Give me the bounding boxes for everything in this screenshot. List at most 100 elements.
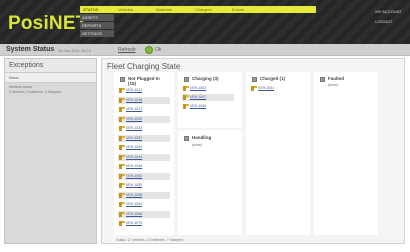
tab-chargers[interactable]: Chargers: [195, 6, 211, 13]
vehicle-item[interactable]: VEH-1058: [118, 191, 170, 199]
vehicle-link[interactable]: VEH-1018: [126, 98, 142, 103]
status-timestamp: 14 Jan 2011 10:23: [58, 48, 91, 53]
vehicle-item[interactable]: VEH-1033: [118, 125, 170, 132]
vehicle-link[interactable]: VEH-1070: [126, 221, 142, 226]
flag-icon: [119, 97, 125, 103]
vehicle-item[interactable]: VEH-1012: [118, 87, 170, 94]
my-account-link[interactable]: MY ACCOUNT: [375, 7, 402, 17]
flag-icon: [119, 107, 125, 112]
vehicle-link[interactable]: VEH-1062: [126, 202, 142, 207]
flag-icon: [119, 202, 125, 207]
tab-events[interactable]: Events: [232, 6, 244, 13]
vehicle-item[interactable]: VEH-1046: [118, 163, 170, 170]
vehicle-link[interactable]: VEH-1001: [258, 86, 274, 91]
flag-icon: [251, 86, 257, 91]
column-label: Faulted: [328, 76, 345, 81]
status-bar: System Status 14 Jan 2011 10:23 Refresh …: [0, 44, 410, 56]
charged-icon: [252, 77, 257, 82]
vehicle-link[interactable]: VEH-1009: [190, 104, 206, 109]
vehicle-item[interactable]: VEH-1009: [182, 103, 234, 110]
tab-status[interactable]: STATUS: [83, 6, 98, 13]
handling-none: (none): [192, 143, 203, 147]
vehicle-item[interactable]: VEH-1001: [250, 85, 302, 92]
vehicle-link[interactable]: VEH-1033: [126, 126, 142, 131]
exceptions-row-head: None: [5, 73, 96, 83]
flag-icon: [183, 95, 189, 100]
column-head: Charged (1): [252, 76, 294, 82]
vehicle-item[interactable]: VEH-1007: [182, 94, 234, 101]
vehicle-link[interactable]: VEH-1046: [126, 164, 142, 169]
exceptions-summary: 3 vehicles, 0 batteries, 0 chargers: [9, 89, 62, 94]
plug-icon: [120, 77, 125, 82]
column-head: Not Plugged In (15): [120, 76, 162, 86]
flag-icon: [119, 192, 125, 198]
tab-vehicles[interactable]: Vehicles: [118, 6, 133, 13]
vehicle-item[interactable]: VEH-1070: [118, 220, 170, 227]
fleet-columns: Not Plugged In (15) VEH-1012 VEH-1018 VEH-…: [114, 72, 392, 235]
vehicle-link[interactable]: VEH-1040: [126, 145, 142, 150]
menu-item-reports[interactable]: REPORTS: [80, 22, 114, 29]
vehicle-link[interactable]: VEH-1037: [126, 136, 142, 141]
column-charged: Charged (1) VEH-1001: [246, 72, 310, 235]
vehicle-link[interactable]: VEH-1012: [126, 88, 142, 93]
vehicle-item[interactable]: VEH-1040: [118, 144, 170, 151]
flag-icon: [119, 154, 125, 160]
vehicle-link[interactable]: VEH-1021: [126, 107, 142, 112]
flag-icon: [119, 211, 125, 217]
handling-head: Handling: [184, 135, 226, 141]
refresh-link[interactable]: Refresh: [118, 47, 136, 53]
vehicle-link[interactable]: VEH-1055: [126, 183, 142, 188]
vehicle-link[interactable]: VEH-1025: [126, 117, 142, 122]
vehicle-item[interactable]: VEH-1055: [118, 182, 170, 189]
column-head: Faulted: [320, 76, 362, 82]
handling-section: Handling (none): [178, 128, 242, 235]
flag-icon: [119, 145, 125, 150]
flag-icon: [183, 86, 189, 91]
column-label: Not Plugged In (15): [128, 76, 160, 86]
exceptions-panel: Exceptions None Network status: 3 vehicl…: [4, 58, 97, 244]
column-faulted: Faulted (none): [314, 72, 378, 235]
sub-menu: ASSETS REPORTS SETTINGS: [80, 14, 114, 38]
tab-batteries[interactable]: Batteries: [156, 6, 172, 13]
column-head: Charging (3): [184, 76, 226, 82]
vehicle-item[interactable]: VEH-1044: [118, 153, 170, 161]
vehicle-link[interactable]: VEH-1066: [126, 212, 142, 217]
vehicle-link[interactable]: VEH-1007: [190, 95, 206, 100]
fleet-title: Fleet Charging State: [107, 62, 181, 71]
vehicle-item[interactable]: VEH-1066: [118, 210, 170, 218]
column-label: Charged (1): [260, 76, 286, 81]
vehicle-item[interactable]: VEH-1018: [118, 96, 170, 104]
fault-icon: [320, 77, 325, 82]
exceptions-row-text: Network status: 3 vehicles, 0 batteries,…: [5, 83, 96, 96]
vehicle-item[interactable]: VEH-1003: [182, 85, 234, 92]
flag-icon: [119, 126, 125, 131]
flag-icon: [119, 88, 125, 93]
column-not-plugged-in: Not Plugged In (15) VEH-1012 VEH-1018 VEH-…: [114, 72, 174, 235]
vehicle-link[interactable]: VEH-1044: [126, 155, 142, 160]
vehicle-item[interactable]: VEH-1025: [118, 115, 170, 123]
vehicle-item[interactable]: VEH-1037: [118, 134, 170, 142]
vehicle-item[interactable]: VEH-1051: [118, 172, 170, 180]
status-ok-icon: [145, 46, 153, 54]
posinet-logo[interactable]: PosiNET: [8, 13, 88, 35]
flag-icon: [183, 104, 189, 109]
status-ok-text: Ok: [155, 47, 162, 53]
vehicle-link[interactable]: VEH-1003: [190, 86, 206, 91]
vehicle-item[interactable]: VEH-1021: [118, 106, 170, 113]
account-links: MY ACCOUNT LOGOUT: [375, 7, 402, 27]
column-charging: Charging (3) VEH-1003 VEH-1007 VEH-1009 Ha…: [178, 72, 242, 235]
vehicle-link[interactable]: VEH-1051: [126, 174, 142, 179]
vehicle-link[interactable]: VEH-1058: [126, 193, 142, 198]
flag-icon: [119, 173, 125, 179]
app-header: PosiNET STATUS Vehicles Batteries Charge…: [0, 0, 410, 44]
handling-icon: [184, 136, 189, 141]
fleet-panel: Fleet Charging State Not Plugged In (15)…: [101, 58, 405, 244]
menu-item-settings[interactable]: SETTINGS: [80, 30, 114, 37]
menu-item-assets[interactable]: ASSETS: [80, 14, 114, 21]
flag-icon: [119, 221, 125, 226]
vehicle-item[interactable]: VEH-1062: [118, 201, 170, 208]
logout-link[interactable]: LOGOUT: [375, 17, 402, 27]
exceptions-title: Exceptions: [5, 59, 96, 73]
fleet-footer: Totals: 17 vehicles, 13 batteries, 7 cha…: [116, 238, 184, 242]
handling-label: Handling: [192, 135, 212, 140]
